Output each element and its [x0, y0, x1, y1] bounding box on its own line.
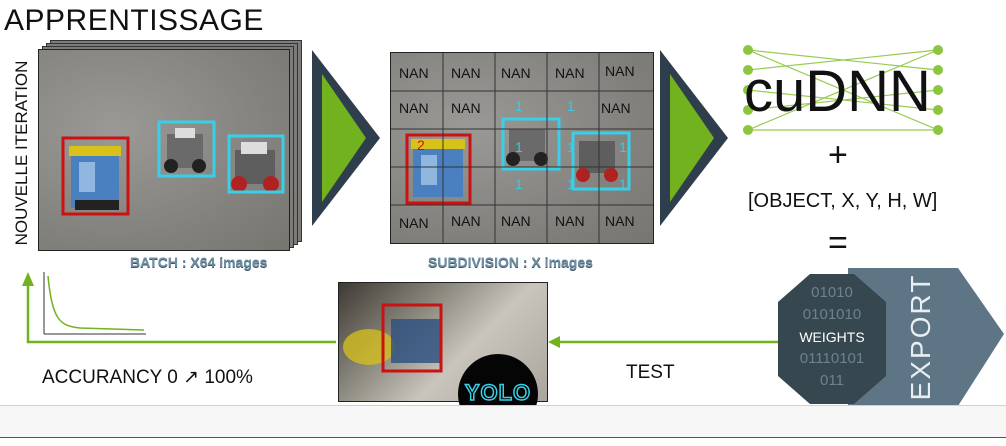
- equals-sign: =: [828, 224, 848, 262]
- batch-image-stack: [38, 40, 308, 251]
- weights-label: WEIGHTS: [799, 329, 865, 345]
- grid-cell-label: 1: [515, 98, 523, 114]
- page-title: APPRENTISSAGE: [4, 4, 264, 37]
- export-label: EXPORT: [905, 273, 936, 401]
- grid-cell-label: NAN: [501, 213, 531, 229]
- robot-red-wheels-icon: [231, 142, 279, 192]
- batch-caption: BATCH : X64 images: [130, 254, 268, 270]
- grid-cell-label: NAN: [555, 213, 585, 229]
- iteration-loop-arrow: [22, 272, 336, 344]
- subdivision-image: NAN NAN NAN NAN NAN NAN NAN 1 1 NAN 2 1 …: [390, 52, 654, 244]
- test-arrow: [548, 336, 778, 348]
- robot-red-wheels-icon: [576, 141, 618, 182]
- grid-cell-label: NAN: [399, 65, 429, 81]
- robot-small-icon: [506, 129, 548, 166]
- grid-cell-label: 1: [567, 176, 575, 192]
- weights-bits-line: 01110101: [799, 350, 865, 367]
- subdivision-caption: SUBDIVISION : X images: [428, 254, 593, 270]
- grid-cell-label: 1: [515, 139, 523, 155]
- test-label: TEST: [626, 362, 675, 383]
- accuracy-label: ACCURANCY 0 ↗ 100%: [42, 367, 253, 388]
- grid-cell-label: NAN: [605, 63, 635, 79]
- grid-cell-label: 2: [417, 137, 425, 153]
- weights-bits-line: 011: [820, 372, 844, 389]
- grid-cell-label: NAN: [451, 213, 481, 229]
- plus-sign: +: [828, 136, 848, 174]
- grid-cell-label: 1: [567, 98, 575, 114]
- yolo-logo-text: YOLO: [464, 379, 532, 406]
- iteration-label: NOUVELLE ITERATION: [8, 48, 36, 258]
- grid-cell-label: 1: [619, 176, 627, 192]
- cudnn-logo-text: cuDNN: [744, 59, 931, 124]
- grid-cell-label: NAN: [451, 65, 481, 81]
- flow-arrow: [312, 50, 380, 226]
- weights-text: 01010 0101010 WEIGHTS 01110101 011: [776, 282, 888, 392]
- grid-cell-label: NAN: [555, 65, 585, 81]
- robot-blue-icon: [69, 146, 121, 210]
- flow-arrow: [660, 50, 728, 226]
- batch-image-scene: [61, 120, 285, 216]
- grid-cell-label: 1: [515, 176, 523, 192]
- grid-cell-label: NAN: [399, 100, 429, 116]
- robot-small-icon: [164, 128, 206, 173]
- grid-cell-label: NAN: [605, 213, 635, 229]
- grid-cell-label: NAN: [451, 100, 481, 116]
- formula-text: [OBJECT, X, Y, H, W]: [748, 190, 938, 212]
- grid-cell-label: NAN: [501, 65, 531, 81]
- iteration-label-text: NOUVELLE ITERATION: [12, 60, 31, 246]
- cudnn-logo: cuDNN: [738, 40, 948, 140]
- weights-bits-line: 0101010: [802, 306, 862, 323]
- export-label-wrap: EXPORT: [896, 268, 946, 406]
- grid-cell-label: 1: [567, 139, 575, 155]
- grid-cell-label: NAN: [601, 100, 631, 116]
- grid-cell-label: 1: [619, 139, 627, 155]
- batch-image: [38, 49, 290, 251]
- grid-cell-label: NAN: [399, 215, 429, 231]
- weights-bits-line: 01010: [811, 284, 853, 301]
